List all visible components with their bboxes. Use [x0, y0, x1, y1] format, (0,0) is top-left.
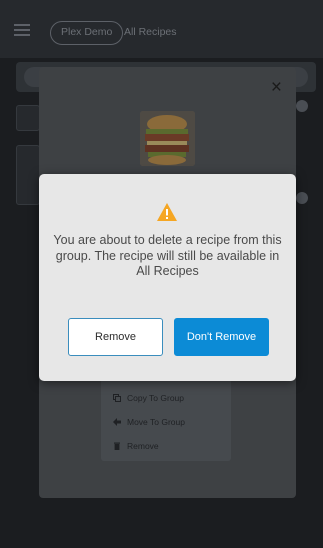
- side-tab: [16, 105, 40, 131]
- breadcrumb-current: All Recipes: [124, 26, 177, 38]
- hamburger-menu-icon[interactable]: [14, 24, 30, 36]
- menu-item-label: Move To Group: [127, 417, 185, 427]
- dont-remove-button[interactable]: Don't Remove: [174, 318, 269, 356]
- move-icon: [113, 418, 121, 426]
- close-icon[interactable]: ×: [271, 77, 282, 99]
- trash-icon: [114, 442, 120, 450]
- remove-recipe-dialog: You are about to delete a recipe from th…: [39, 174, 296, 381]
- menu-item-copy-to-group[interactable]: Copy To Group: [113, 393, 184, 403]
- breadcrumb-group[interactable]: Plex Demo: [50, 21, 124, 45]
- warning-icon: [157, 203, 177, 221]
- background-toggle: [296, 100, 308, 112]
- app-bar: Plex Demo All Recipes: [0, 0, 323, 58]
- recipe-image: [140, 111, 195, 166]
- side-panel: [16, 145, 40, 205]
- menu-item-move-to-group[interactable]: Move To Group: [113, 417, 185, 427]
- dialog-message: You are about to delete a recipe from th…: [53, 233, 282, 278]
- recipe-actions-menu: Copy To Group Move To Group Remove: [101, 379, 231, 461]
- menu-item-label: Remove: [127, 441, 159, 451]
- background-toggle: [296, 192, 308, 204]
- copy-icon: [113, 394, 121, 402]
- menu-item-label: Copy To Group: [127, 393, 185, 403]
- remove-button[interactable]: Remove: [68, 318, 163, 356]
- menu-item-remove[interactable]: Remove: [113, 441, 159, 451]
